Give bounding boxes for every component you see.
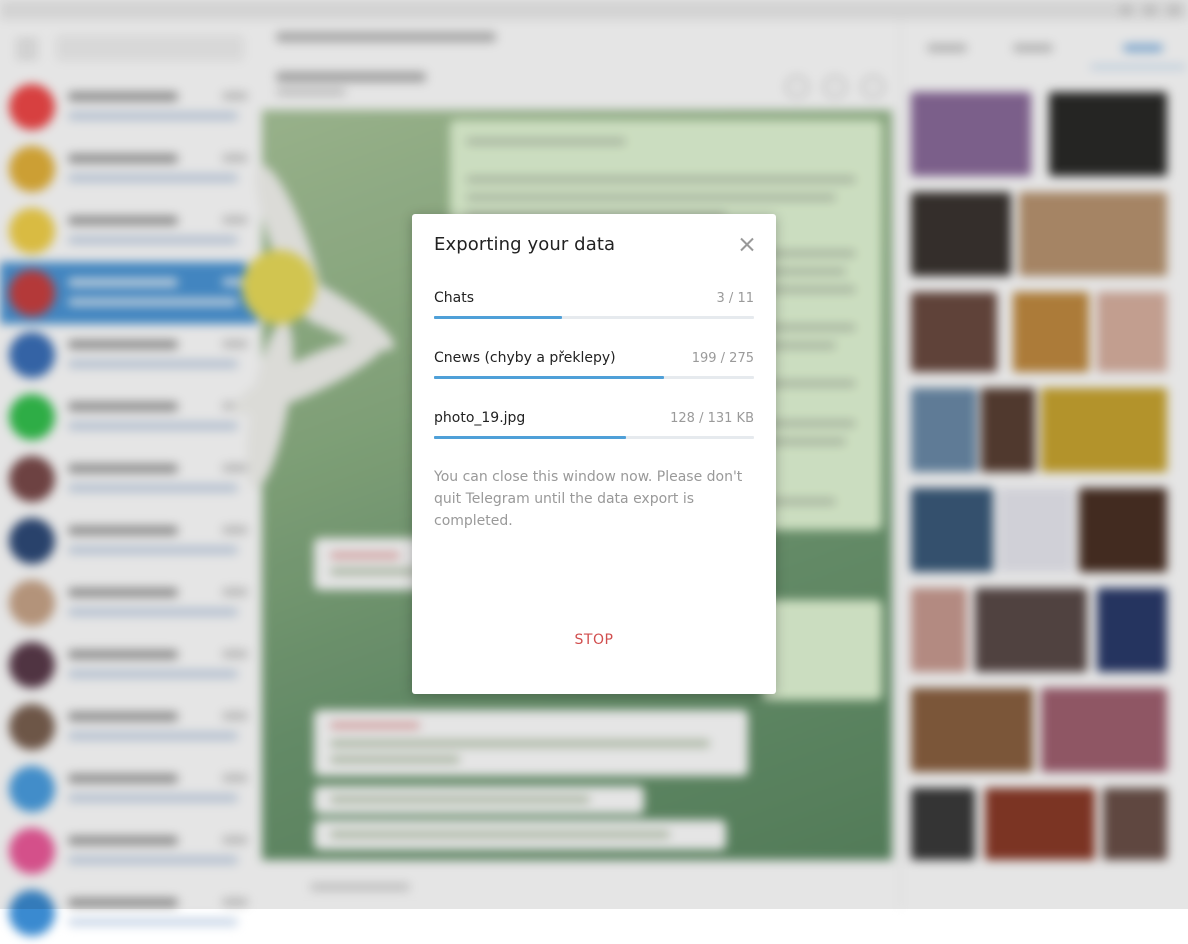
stop-button[interactable]: STOP bbox=[412, 632, 776, 648]
dialog-title: Exporting your data bbox=[434, 234, 616, 255]
progress-count: 128 / 131 KB bbox=[670, 411, 754, 426]
close-icon[interactable] bbox=[736, 234, 758, 256]
progress-label: Chats bbox=[434, 290, 475, 306]
progress-track bbox=[434, 436, 754, 439]
export-note: You can close this window now. Please do… bbox=[434, 469, 743, 529]
export-dialog: Exporting your data Chats 3 / 11 Cnews (… bbox=[412, 214, 776, 694]
progress-label: Cnews (chyby a překlepy) bbox=[434, 350, 616, 366]
progress-count: 3 / 11 bbox=[716, 291, 754, 306]
progress-fill bbox=[434, 436, 626, 439]
progress-label: photo_19.jpg bbox=[434, 410, 526, 426]
progress-track bbox=[434, 316, 754, 319]
progress-count: 199 / 275 bbox=[691, 351, 754, 366]
progress-track bbox=[434, 376, 754, 379]
progress-fill bbox=[434, 316, 562, 319]
progress-fill bbox=[434, 376, 665, 379]
